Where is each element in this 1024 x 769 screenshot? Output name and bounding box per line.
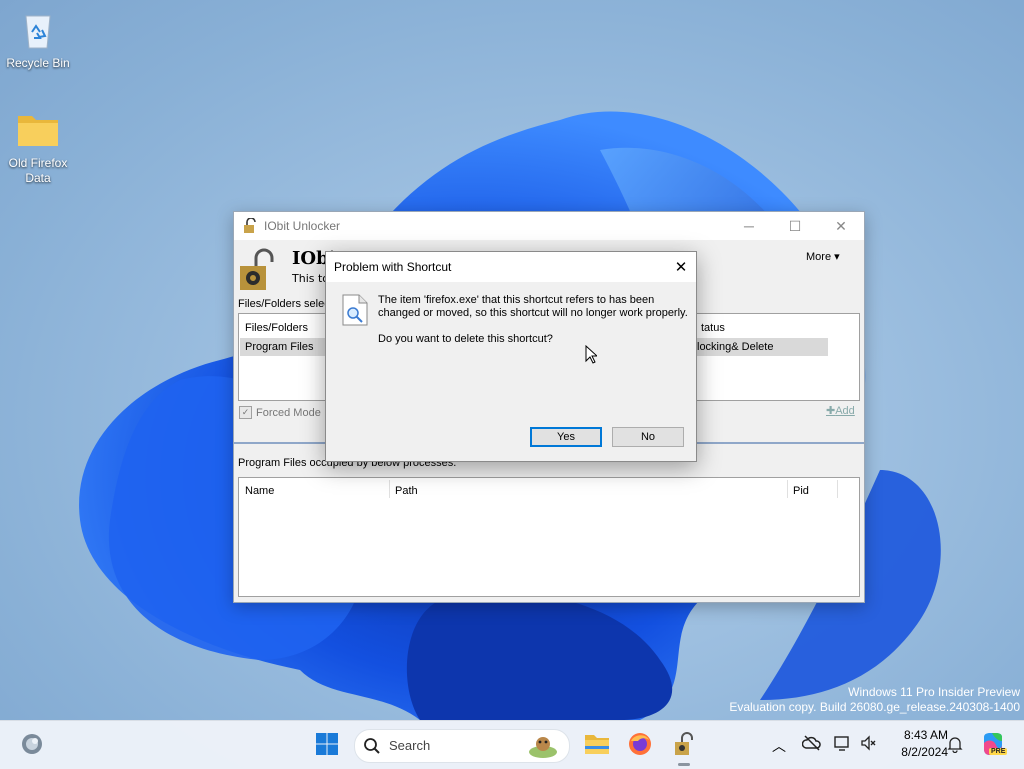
more-label: More <box>806 251 832 263</box>
desktop-icon-old-firefox-data[interactable]: Old Firefox Data <box>0 108 76 186</box>
clock-time: 8:43 AM <box>903 728 948 742</box>
files-header-name[interactable]: Files/Folders <box>245 322 308 334</box>
widgets-icon[interactable] <box>20 732 44 759</box>
dialog-question: Do you want to delete this shortcut? <box>378 333 553 345</box>
column-divider <box>787 480 788 498</box>
add-label: Add <box>835 405 855 417</box>
forced-mode-label: Forced Mode <box>256 406 321 419</box>
close-icon[interactable]: ✕ <box>818 212 864 240</box>
column-divider <box>389 480 390 498</box>
app-titlebar[interactable]: IObit Unlocker ─ ☐ ✕ <box>234 212 864 240</box>
copilot-pre-badge: PRE <box>989 748 1008 755</box>
app-subtitle: This to <box>292 272 330 285</box>
plus-icon: ✚ <box>826 405 836 417</box>
notification-bell-icon[interactable] <box>947 735 963 756</box>
app-icon <box>242 217 258 234</box>
windows-watermark-line2: Evaluation copy. Build 26080.ge_release.… <box>729 700 1020 714</box>
clock-date: 8/2/2024 <box>901 745 948 759</box>
search-highlight-icon <box>525 732 561 763</box>
folder-icon <box>16 108 60 152</box>
dialog-message-line1: The item 'firefox.exe' that this shortcu… <box>378 294 655 306</box>
processes-table[interactable]: Name Path Pid <box>238 477 860 597</box>
iobit-unlocker-taskbar-icon[interactable] <box>672 732 696 759</box>
start-windows-icon[interactable] <box>315 732 339 759</box>
dialog-close-icon[interactable]: ✕ <box>666 252 696 282</box>
firefox-icon[interactable] <box>628 732 652 759</box>
forced-mode-checkbox[interactable]: ✓ Forced Mode <box>239 406 321 419</box>
problem-with-shortcut-dialog[interactable]: Problem with Shortcut ✕ The item 'firefo… <box>325 251 697 462</box>
row-status: locking& Delete <box>697 341 774 353</box>
dialog-titlebar[interactable]: Problem with Shortcut ✕ <box>326 252 696 282</box>
minimize-icon[interactable]: ─ <box>726 212 772 240</box>
maximize-icon[interactable]: ☐ <box>772 212 818 240</box>
app-title: IObit Unlocker <box>264 219 341 233</box>
search-icon <box>363 737 381 758</box>
files-section-label: Files/Folders selec <box>238 298 330 310</box>
active-app-indicator <box>678 763 690 766</box>
file-explorer-icon[interactable] <box>584 732 610 759</box>
row-name: Program Files <box>245 341 314 353</box>
process-header-name[interactable]: Name <box>245 485 274 497</box>
recycle-bin-label: Recycle Bin <box>6 56 70 70</box>
recycle-bin-icon <box>16 8 60 52</box>
dialog-message-line2: changed or moved, so this shortcut will … <box>378 307 688 319</box>
unlocker-logo-icon <box>238 248 278 295</box>
process-header-path[interactable]: Path <box>395 485 418 497</box>
add-button[interactable]: ✚Add <box>826 404 855 417</box>
shortcut-search-icon <box>342 294 368 329</box>
windows-watermark-line1: Windows 11 Pro Insider Preview <box>848 685 1020 699</box>
dialog-title: Problem with Shortcut <box>334 260 452 274</box>
clock[interactable]: 8:43 AM 8/2/2024 <box>888 727 948 761</box>
copilot-icon[interactable] <box>980 731 1006 760</box>
yes-button[interactable]: Yes <box>530 427 602 447</box>
network-icon[interactable] <box>834 734 852 755</box>
mouse-cursor-icon <box>585 344 599 367</box>
taskbar-search-box[interactable]: Search <box>354 729 570 763</box>
no-button[interactable]: No <box>612 427 684 447</box>
process-header-pid[interactable]: Pid <box>793 485 809 497</box>
onedrive-offline-icon[interactable] <box>801 734 822 755</box>
volume-muted-icon[interactable] <box>860 735 876 754</box>
checkbox-icon: ✓ <box>239 406 252 419</box>
more-menu-button[interactable]: More ▾ <box>806 250 840 263</box>
old-firefox-data-label: Old Firefox Data <box>8 156 68 185</box>
show-hidden-icons-chevron-up-icon[interactable]: ︿ <box>772 736 786 756</box>
search-placeholder: Search <box>389 738 431 753</box>
column-divider <box>837 480 838 498</box>
desktop-icon-recycle-bin[interactable]: Recycle Bin <box>0 8 76 70</box>
caret-down-icon: ▾ <box>834 251 840 263</box>
files-header-status[interactable]: tatus <box>701 322 725 334</box>
